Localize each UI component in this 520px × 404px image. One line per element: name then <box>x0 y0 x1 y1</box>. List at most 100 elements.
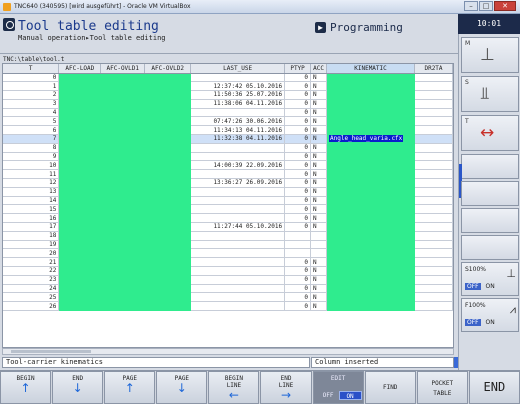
cell-afc-ovld2[interactable] <box>144 257 192 268</box>
cell-dr2ta[interactable] <box>414 90 453 100</box>
cell-afc-load[interactable] <box>58 125 102 136</box>
cell-t[interactable]: 22 <box>3 266 60 276</box>
cell-afc-load[interactable] <box>58 266 102 276</box>
cell-dr2ta[interactable] <box>414 196 453 206</box>
begin-line-button[interactable]: BEGIN LINE ← <box>208 371 260 404</box>
cell-afc-ovld1[interactable] <box>100 284 146 294</box>
cell-afc-load[interactable] <box>58 152 102 162</box>
cell-kinematic[interactable] <box>326 240 415 250</box>
table-row[interactable]: 2 11:50:36 25.07.2016 0 N <box>3 90 453 100</box>
edit-toggle-button[interactable]: EDIT OFF ON <box>312 371 364 404</box>
close-button[interactable]: ✕ <box>494 1 516 11</box>
sidebar-blank-4[interactable] <box>461 235 519 260</box>
cell-kinematic[interactable] <box>326 125 415 136</box>
cell-acc[interactable]: N <box>310 143 328 153</box>
cell-last-use[interactable]: 11:32:38 04.11.2016 <box>190 134 286 144</box>
cell-kinematic[interactable] <box>326 196 415 206</box>
cell-afc-ovld2[interactable] <box>144 99 192 109</box>
table-row[interactable]: 20 <box>3 248 453 259</box>
cell-ptyp[interactable]: 0 <box>284 152 312 162</box>
cell-last-use[interactable] <box>190 275 286 285</box>
table-row[interactable]: 26 0 N <box>3 301 453 312</box>
cell-kinematic[interactable] <box>326 160 415 171</box>
cell-kinematic[interactable] <box>326 108 415 118</box>
cell-last-use[interactable] <box>190 240 286 250</box>
cell-last-use[interactable] <box>190 284 286 294</box>
cell-afc-ovld1[interactable] <box>100 222 146 232</box>
cell-acc[interactable]: N <box>310 213 328 224</box>
end-line-button[interactable]: END LINE → <box>260 371 312 404</box>
cell-t[interactable]: 12 <box>3 178 60 188</box>
end-button[interactable]: END ↓ <box>52 371 104 404</box>
cell-kinematic[interactable] <box>326 99 415 109</box>
cell-kinematic[interactable] <box>326 187 415 197</box>
cell-ptyp[interactable] <box>284 240 312 250</box>
cell-last-use[interactable]: 11:50:36 25.07.2016 <box>190 90 286 100</box>
cell-afc-ovld1[interactable] <box>100 81 146 92</box>
cell-afc-ovld2[interactable] <box>144 187 192 197</box>
cell-acc[interactable]: N <box>310 178 328 188</box>
cell-ptyp[interactable]: 0 <box>284 169 312 180</box>
cell-afc-ovld1[interactable] <box>100 240 146 250</box>
cell-kinematic[interactable] <box>326 116 415 127</box>
cell-acc[interactable]: N <box>310 275 328 285</box>
cell-afc-ovld2[interactable] <box>144 196 192 206</box>
table-row[interactable]: 18 <box>3 231 453 241</box>
cell-afc-ovld2[interactable] <box>144 108 192 118</box>
table-row[interactable]: 13 0 N <box>3 187 453 197</box>
cell-t[interactable]: 8 <box>3 143 60 153</box>
table-row[interactable]: 23 0 N <box>3 275 453 285</box>
cell-last-use[interactable] <box>190 143 286 153</box>
end-key-button[interactable]: END <box>468 371 520 404</box>
cell-afc-load[interactable] <box>58 240 102 250</box>
cell-afc-load[interactable] <box>58 160 102 171</box>
feed-override[interactable]: F100% ⩘ OFF ON <box>461 298 519 332</box>
feed-override-toggle[interactable]: OFF ON <box>465 319 519 326</box>
cell-afc-ovld2[interactable] <box>144 275 192 285</box>
m-function-button[interactable]: M ⊥ <box>461 37 519 73</box>
cell-afc-ovld2[interactable] <box>144 116 192 127</box>
cell-afc-ovld1[interactable] <box>100 116 146 127</box>
cell-kinematic[interactable] <box>326 248 415 259</box>
cell-last-use[interactable]: 12:37:42 05.10.2016 <box>190 81 286 92</box>
cell-ptyp[interactable]: 0 <box>284 266 312 276</box>
cell-afc-load[interactable] <box>58 213 102 224</box>
cell-afc-ovld2[interactable] <box>144 81 192 92</box>
cell-ptyp[interactable] <box>284 231 312 241</box>
cell-acc[interactable]: N <box>310 152 328 162</box>
cell-afc-load[interactable] <box>58 134 102 144</box>
cell-dr2ta[interactable] <box>414 301 453 312</box>
cell-ptyp[interactable]: 0 <box>284 284 312 294</box>
cell-afc-load[interactable] <box>58 204 102 215</box>
cell-afc-load[interactable] <box>58 196 102 206</box>
cell-acc[interactable] <box>310 240 328 250</box>
cell-kinematic[interactable] <box>326 222 415 232</box>
cell-t[interactable]: 7 <box>3 134 60 144</box>
cell-ptyp[interactable]: 0 <box>284 116 312 127</box>
table-row[interactable]: 5 07:47:26 30.06.2016 0 N <box>3 116 453 127</box>
cell-ptyp[interactable]: 0 <box>284 187 312 197</box>
cell-afc-load[interactable] <box>58 143 102 153</box>
cell-ptyp[interactable]: 0 <box>284 257 312 268</box>
cell-last-use[interactable] <box>190 257 286 268</box>
cell-afc-load[interactable] <box>58 187 102 197</box>
column-header-afc-load[interactable]: AFC-LOAD <box>58 64 102 74</box>
cell-t[interactable]: 26 <box>3 301 60 312</box>
cell-afc-load[interactable] <box>58 231 102 241</box>
cell-afc-load[interactable] <box>58 284 102 294</box>
cell-afc-ovld1[interactable] <box>100 73 146 83</box>
cell-acc[interactable]: N <box>310 99 328 109</box>
cell-dr2ta[interactable] <box>414 152 453 162</box>
cell-last-use[interactable] <box>190 301 286 312</box>
cell-last-use[interactable] <box>190 169 286 180</box>
cell-ptyp[interactable]: 0 <box>284 73 312 83</box>
cell-kinematic[interactable] <box>326 169 415 180</box>
cell-afc-ovld1[interactable] <box>100 301 146 312</box>
cell-acc[interactable]: N <box>310 222 328 232</box>
cell-acc[interactable]: N <box>310 187 328 197</box>
cell-acc[interactable]: N <box>310 266 328 276</box>
cell-dr2ta[interactable] <box>414 169 453 180</box>
cell-afc-ovld2[interactable] <box>144 301 192 312</box>
cell-t[interactable]: 24 <box>3 284 60 294</box>
cell-afc-load[interactable] <box>58 116 102 127</box>
